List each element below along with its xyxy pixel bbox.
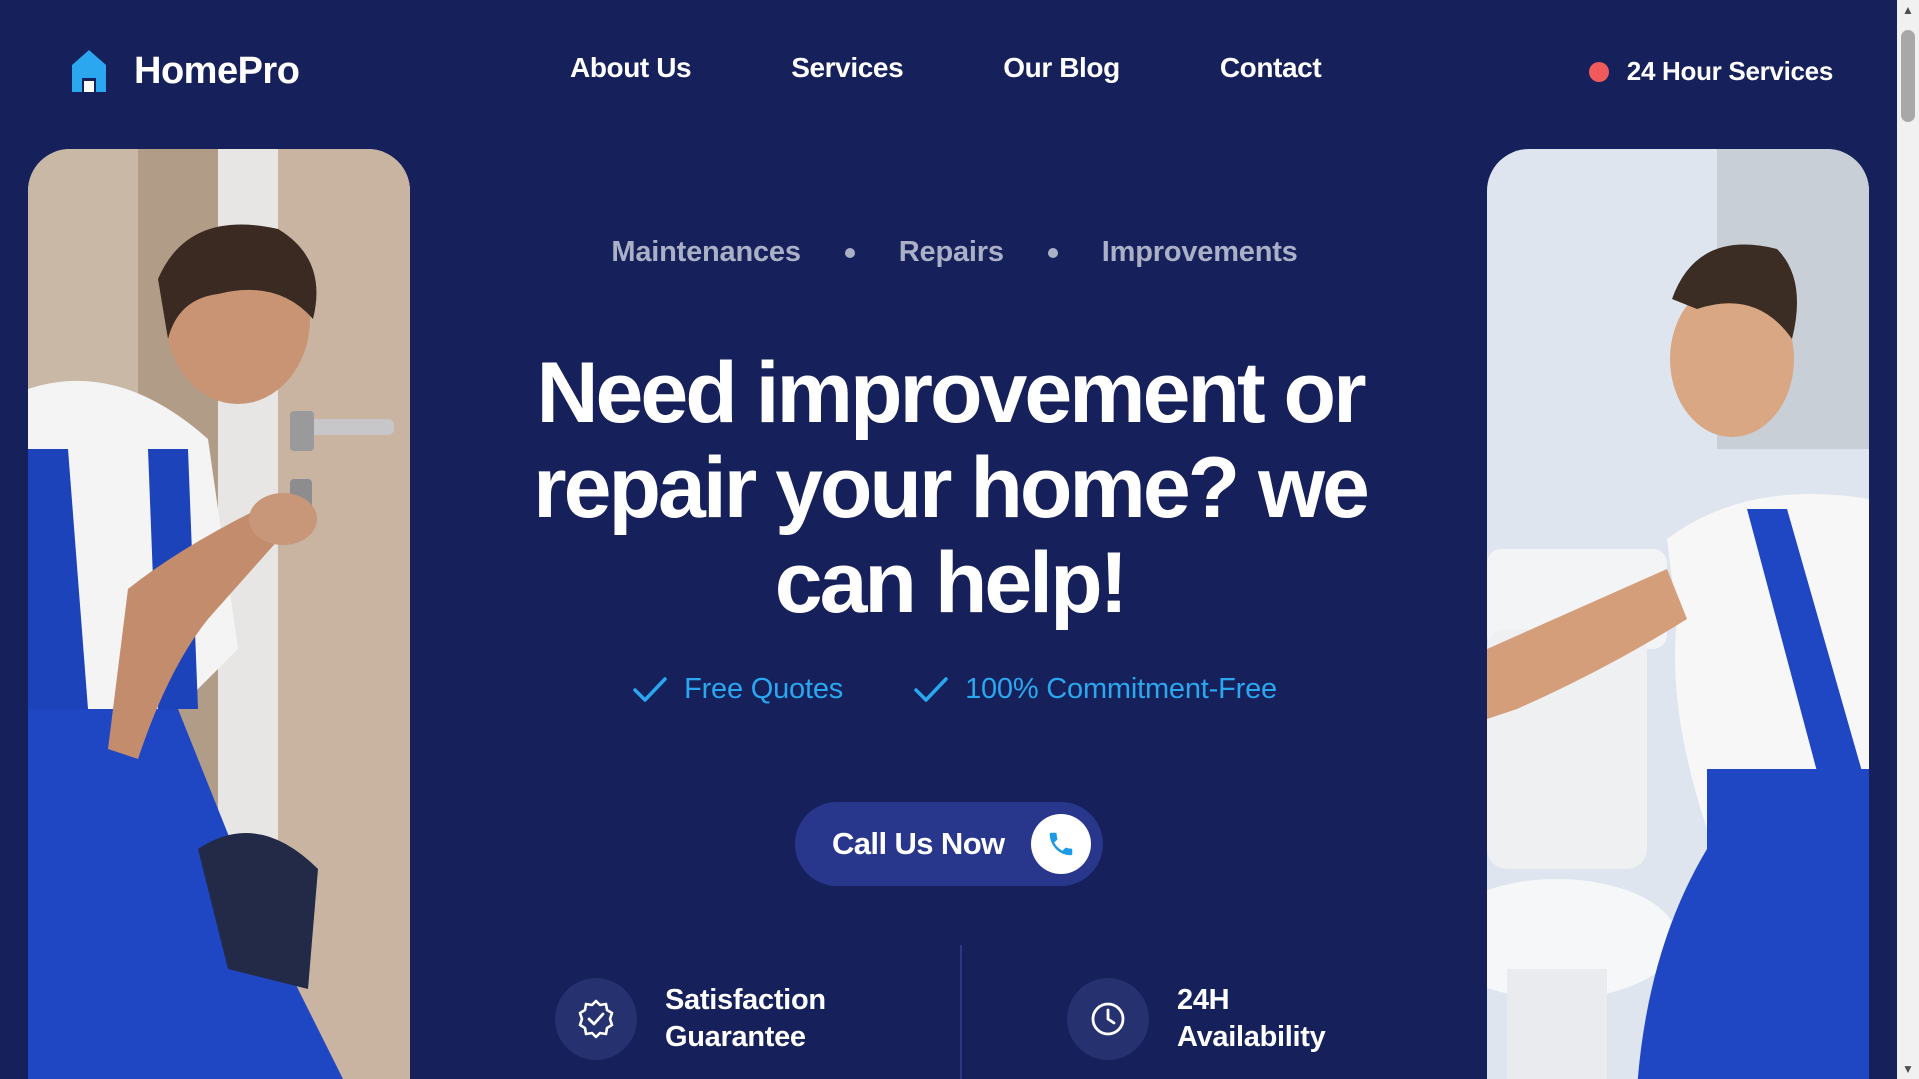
tag-separator-dot (844, 247, 855, 258)
hours-indicator[interactable]: 24 Hour Services (1588, 56, 1834, 87)
check-label: 100% Commitment-Free (965, 673, 1277, 705)
nav-about-us[interactable]: About Us (570, 52, 692, 84)
house-logo-icon (72, 50, 106, 92)
clock-icon (1067, 978, 1149, 1060)
headline-line-2: repair your home? we (533, 440, 1370, 536)
headline-line-3: can help! (774, 535, 1129, 631)
tag-improvements: Improvements (1101, 236, 1298, 268)
site-header: HomePro About Us Services Our Blog Conta… (0, 0, 1897, 140)
feature-label: Satisfaction Guarantee (665, 982, 826, 1056)
scroll-down-arrow-icon[interactable]: ▼ (1897, 1059, 1919, 1079)
scroll-up-arrow-icon[interactable]: ▲ (1897, 0, 1919, 20)
nav-services[interactable]: Services (791, 52, 903, 84)
feature-strip: Satisfaction Guarantee 24H Availability (0, 945, 1897, 1079)
feature-label: 24H Availability (1177, 982, 1326, 1056)
feature-line-1: Satisfaction (665, 984, 826, 1016)
service-tags: Maintenances Repairs Improvements (0, 236, 1897, 269)
feature-availability: 24H Availability (1067, 978, 1326, 1060)
tag-maintenances: Maintenances (611, 236, 801, 268)
feature-satisfaction: Satisfaction Guarantee (555, 978, 826, 1060)
logo-link[interactable]: HomePro (70, 48, 300, 94)
hero-headline: Need improvement or repair your home? we… (440, 346, 1460, 631)
brand-name: HomePro (134, 49, 300, 92)
phone-icon (1031, 814, 1091, 874)
nav-our-blog[interactable]: Our Blog (1003, 52, 1120, 84)
check-commitment-free: 100% Commitment-Free (913, 673, 1277, 706)
benefit-checks: Free Quotes 100% Commitment-Free (0, 673, 1897, 706)
badge-check-icon (555, 978, 637, 1060)
hero-photo-right (1487, 149, 1869, 1079)
status-dot-icon (1588, 61, 1609, 82)
checkmark-icon (914, 676, 948, 702)
page: HomePro About Us Services Our Blog Conta… (0, 0, 1919, 1079)
feature-line-1: 24H (1177, 984, 1230, 1016)
check-label: Free Quotes (684, 673, 844, 705)
viewport: HomePro About Us Services Our Blog Conta… (0, 0, 1897, 1079)
headline-line-1: Need improvement or (536, 345, 1366, 441)
feature-divider (960, 945, 962, 1079)
hero-photo-left (28, 149, 410, 1079)
scrollbar-thumb[interactable] (1901, 30, 1915, 122)
cta-label: Call Us Now (832, 826, 1005, 861)
worker-toilet-illustration (1487, 149, 1869, 1079)
worker-door-illustration (28, 149, 410, 1079)
call-us-now-button[interactable]: Call Us Now (795, 802, 1103, 886)
hours-label: 24 Hour Services (1626, 56, 1834, 86)
feature-line-2: Guarantee (665, 1021, 806, 1053)
main-nav: About Us Services Our Blog Contact (570, 52, 1322, 84)
tag-repairs: Repairs (898, 236, 1004, 268)
checkmark-icon (633, 676, 667, 702)
nav-contact[interactable]: Contact (1220, 52, 1322, 84)
tag-separator-dot (1047, 247, 1058, 258)
page-scrollbar[interactable]: ▲ ▼ (1897, 0, 1919, 1079)
feature-line-2: Availability (1177, 1021, 1326, 1053)
check-free-quotes: Free Quotes (632, 673, 843, 706)
